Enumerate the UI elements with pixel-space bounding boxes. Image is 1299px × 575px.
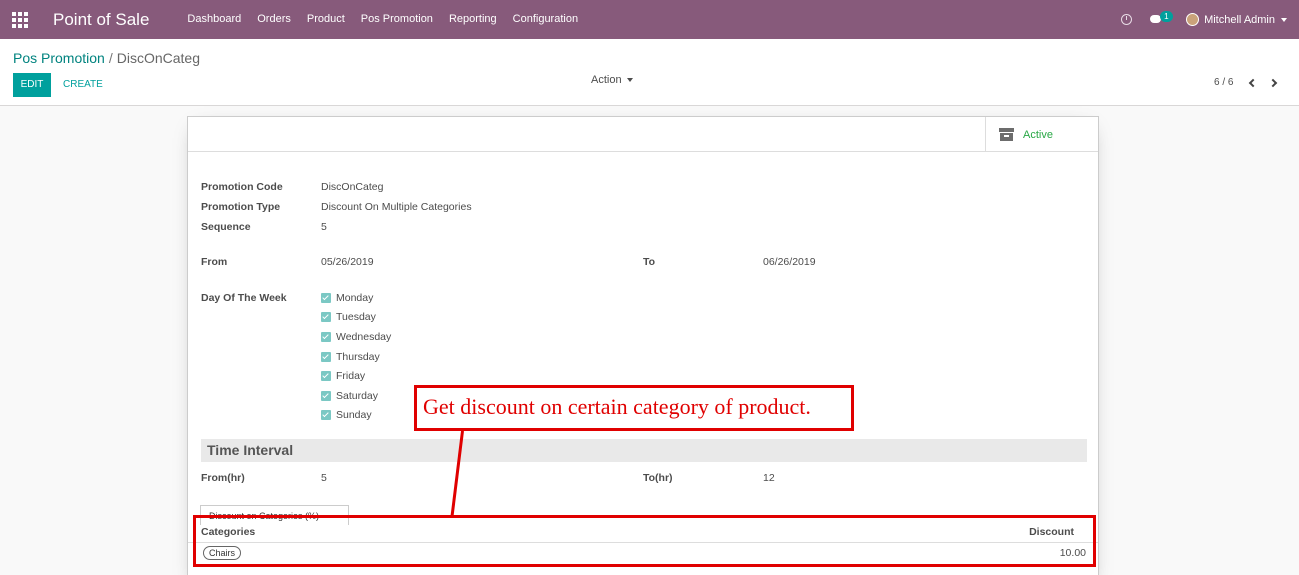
create-button[interactable]: CREATE xyxy=(63,73,103,97)
menu-item-dashboard[interactable]: Dashboard xyxy=(179,0,249,39)
day-sunday: Sunday xyxy=(321,409,372,421)
checkbox-checked-icon xyxy=(321,312,331,322)
control-panel: Pos Promotion / DiscOnCateg EDIT CREATE Ac… xyxy=(0,39,1299,106)
day-saturday: Saturday xyxy=(321,390,378,402)
breadcrumb-current: DiscOnCateg xyxy=(116,50,200,66)
promotion-type-value: Discount On Multiple Categories xyxy=(321,201,472,213)
day-friday: Friday xyxy=(321,370,365,382)
promotion-type-label: Promotion Type xyxy=(201,201,281,213)
chat-badge: 1 xyxy=(1160,10,1173,22)
chevron-right-icon xyxy=(1268,78,1278,88)
form-sheet: Active Promotion Code DiscOnCateg Promot… xyxy=(187,116,1099,575)
day-label: Tuesday xyxy=(336,311,376,323)
promotion-code-label: Promotion Code xyxy=(201,181,283,193)
user-name: Mitchell Admin xyxy=(1204,13,1275,26)
checkbox-checked-icon xyxy=(321,293,331,303)
pager-value[interactable]: 6 / 6 xyxy=(1214,77,1233,88)
day-label: Saturday xyxy=(336,390,379,402)
caret-down-icon xyxy=(626,78,633,83)
day-label: Friday xyxy=(336,370,366,382)
action-dropdown[interactable]: Action xyxy=(591,74,633,86)
apps-menu-icon[interactable] xyxy=(0,0,40,39)
pager-previous-button[interactable] xyxy=(1247,77,1258,89)
to-hr-value: 12 xyxy=(763,472,775,484)
day-thursday: Thursday xyxy=(321,351,380,363)
app-title[interactable]: Point of Sale xyxy=(53,10,149,30)
chevron-left-icon xyxy=(1248,78,1258,88)
avatar xyxy=(1186,13,1200,26)
checkbox-checked-icon xyxy=(321,371,331,381)
breadcrumb: Pos Promotion / DiscOnCateg xyxy=(13,50,200,66)
caret-down-icon xyxy=(1281,17,1287,22)
menu-item-pos-promotion[interactable]: Pos Promotion xyxy=(353,0,441,39)
day-of-week-label: Day Of The Week xyxy=(201,292,287,304)
menu-item-orders[interactable]: Orders xyxy=(249,0,299,39)
menu-item-reporting[interactable]: Reporting xyxy=(441,0,505,39)
breadcrumb-parent[interactable]: Pos Promotion xyxy=(13,50,105,66)
checkbox-checked-icon xyxy=(321,332,331,342)
action-label: Action xyxy=(591,74,622,86)
day-label: Wednesday xyxy=(336,331,392,343)
active-toggle-button[interactable]: Active xyxy=(985,117,1098,152)
from-date-value: 05/26/2019 xyxy=(321,256,374,268)
menu-item-product[interactable]: Product xyxy=(299,0,353,39)
to-date-value: 06/26/2019 xyxy=(763,256,816,268)
annotation-callout: Get discount on certain category of prod… xyxy=(414,385,854,431)
user-menu[interactable]: Mitchell Admin xyxy=(1186,13,1287,26)
edit-button[interactable]: EDIT xyxy=(13,73,51,97)
from-hr-value: 5 xyxy=(321,472,327,484)
from-date-label: From xyxy=(201,256,228,268)
sequence-value: 5 xyxy=(321,221,327,233)
button-box: Active xyxy=(188,117,1098,152)
chat-icon[interactable]: 1 xyxy=(1150,10,1173,27)
day-tuesday: Tuesday xyxy=(321,311,376,323)
checkbox-checked-icon xyxy=(321,391,331,401)
activity-clock-icon[interactable] xyxy=(1121,14,1133,25)
archive-icon xyxy=(999,128,1014,141)
day-label: Monday xyxy=(336,292,374,304)
checkbox-checked-icon xyxy=(321,410,331,420)
from-hr-label: From(hr) xyxy=(201,472,245,484)
top-navbar: Point of Sale Dashboard Orders Product P… xyxy=(0,0,1299,39)
annotation-highlight-box xyxy=(193,515,1096,567)
day-wednesday: Wednesday xyxy=(321,331,391,343)
day-monday: Monday xyxy=(321,292,373,304)
active-label: Active xyxy=(1023,128,1053,141)
menu-item-configuration[interactable]: Configuration xyxy=(505,0,586,39)
time-interval-title: Time Interval xyxy=(201,439,1087,462)
checkbox-checked-icon xyxy=(321,352,331,362)
to-date-label: To xyxy=(643,256,656,268)
day-label: Thursday xyxy=(336,351,380,363)
promotion-code-value: DiscOnCateg xyxy=(321,181,384,193)
breadcrumb-separator: / xyxy=(108,50,113,66)
day-label: Sunday xyxy=(336,409,372,421)
pager-next-button[interactable] xyxy=(1268,77,1280,89)
main-menu: Dashboard Orders Product Pos Promotion R… xyxy=(179,0,586,39)
to-hr-label: To(hr) xyxy=(643,472,673,484)
sequence-label: Sequence xyxy=(201,221,251,233)
